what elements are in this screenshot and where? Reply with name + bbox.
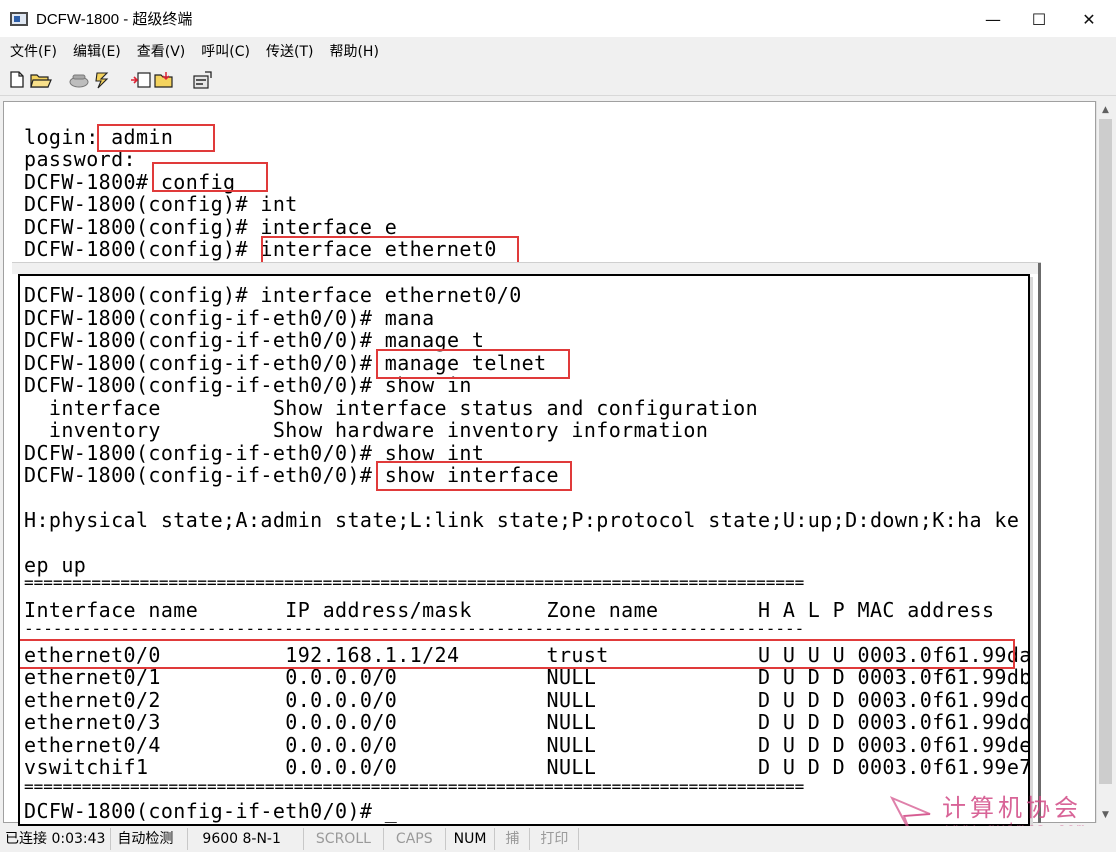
highlight-admin — [97, 124, 215, 152]
capture-indicator: 捕 — [495, 828, 531, 850]
menu-edit[interactable]: 编辑(E) — [67, 41, 127, 61]
separator-line: ----------------------------------------… — [24, 619, 805, 638]
caps-indicator: CAPS — [384, 828, 446, 850]
receive-icon[interactable] — [154, 69, 176, 91]
table-row: vswitchif1 0.0.0.0/0 NULL D U D D 0003.0… — [24, 755, 1030, 779]
inset-terminal-screenshot: DCFW-1800(config)# interface ethernet0/0… — [18, 274, 1030, 826]
inset-frame-edge — [1038, 263, 1041, 823]
highlight-ethernet0-row — [20, 639, 1015, 669]
disconnect-icon[interactable] — [92, 69, 114, 91]
table-row: ethernet0/2 0.0.0.0/0 NULL D U D D 0003.… — [24, 688, 1030, 712]
serial-params: 9600 8-N-1 — [188, 828, 304, 850]
status-bar: 已连接 0:03:43 自动检测 9600 8-N-1 SCROLL CAPS … — [0, 826, 1116, 852]
properties-icon[interactable] — [192, 69, 214, 91]
minimize-button[interactable]: — — [970, 0, 1016, 38]
terminal-line: DCFW-1800(config-if-eth0/0)# mana — [24, 306, 435, 330]
terminal-line: DCFW-1800(config)# interface ethernet0/0 — [24, 283, 522, 307]
legend-line: H:physical state;A:admin state;L:link st… — [24, 508, 1020, 532]
menu-view[interactable]: 查看(V) — [131, 41, 192, 61]
table-row: ethernet0/3 0.0.0.0/0 NULL D U D D 0003.… — [24, 710, 1030, 734]
auto-detect-status: 自动检测 — [111, 828, 189, 850]
print-indicator: 打印 — [530, 828, 580, 850]
open-folder-icon[interactable] — [30, 69, 52, 91]
terminal-line: DCFW-1800(config)# interface e — [24, 215, 398, 239]
terminal-prompt: DCFW-1800(config-if-eth0/0)# _ — [24, 799, 398, 823]
close-button[interactable]: ✕ — [1062, 0, 1116, 38]
maximize-button[interactable]: ☐ — [1016, 0, 1062, 38]
separator-line: ========================================… — [24, 573, 805, 592]
phone-icon[interactable] — [68, 69, 90, 91]
highlight-manage-telnet — [376, 349, 570, 379]
watermark-title: 计算机协会 — [942, 794, 1082, 822]
scroll-up-arrow-icon[interactable]: ▲ — [1097, 101, 1114, 118]
scrollbar-thumb[interactable] — [1099, 119, 1112, 784]
menu-help[interactable]: 帮助(H) — [323, 41, 384, 61]
menu-bar: 文件(F) 编辑(E) 查看(V) 呼叫(C) 传送(T) 帮助(H) — [0, 38, 1116, 64]
title-bar: DCFW-1800 - 超级终端 — ☐ ✕ — [0, 0, 1116, 38]
help-line: interface Show interface status and conf… — [24, 396, 759, 420]
toolbar — [0, 64, 1116, 96]
menu-call[interactable]: 呼叫(C) — [195, 41, 256, 61]
separator-line: ========================================… — [24, 777, 805, 796]
menu-transfer[interactable]: 传送(T) — [260, 41, 319, 61]
vertical-scrollbar[interactable]: ▲ ▼ — [1096, 101, 1113, 823]
scroll-indicator: SCROLL — [304, 828, 384, 850]
table-row: ethernet0/4 0.0.0.0/0 NULL D U D D 0003.… — [24, 733, 1030, 757]
help-line: inventory Show hardware inventory inform… — [24, 418, 709, 442]
terminal-line: DCFW-1800(config-if-eth0/0)# manage t — [24, 328, 485, 352]
window-title: DCFW-1800 - 超级终端 — [36, 11, 193, 28]
highlight-show-interface — [376, 461, 572, 491]
inset-frame-top — [12, 262, 1041, 274]
connection-status: 已连接 0:03:43 — [0, 828, 112, 850]
new-file-icon[interactable] — [6, 69, 28, 91]
app-icon — [10, 11, 28, 26]
num-indicator: NUM — [446, 828, 496, 850]
terminal-line: DCFW-1800(config)# int — [24, 192, 298, 216]
highlight-config — [152, 162, 268, 192]
table-row: ethernet0/1 0.0.0.0/0 NULL D U D D 0003.… — [24, 665, 1030, 689]
menu-file[interactable]: 文件(F) — [4, 41, 63, 61]
send-icon[interactable] — [130, 69, 152, 91]
